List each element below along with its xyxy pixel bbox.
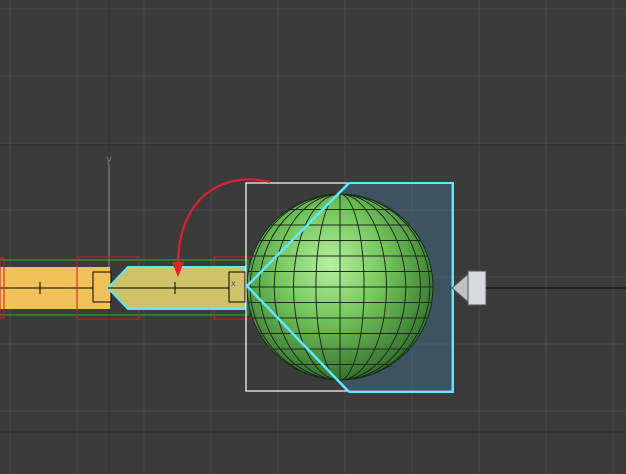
3d-viewport[interactable]: y x — [0, 0, 626, 474]
sphere-object[interactable] — [246, 193, 434, 381]
light-cone-icon[interactable] — [451, 270, 487, 306]
axis-x-label: x — [231, 279, 236, 288]
viewport-canvas[interactable] — [0, 0, 626, 474]
axis-y-label: y — [106, 154, 112, 165]
